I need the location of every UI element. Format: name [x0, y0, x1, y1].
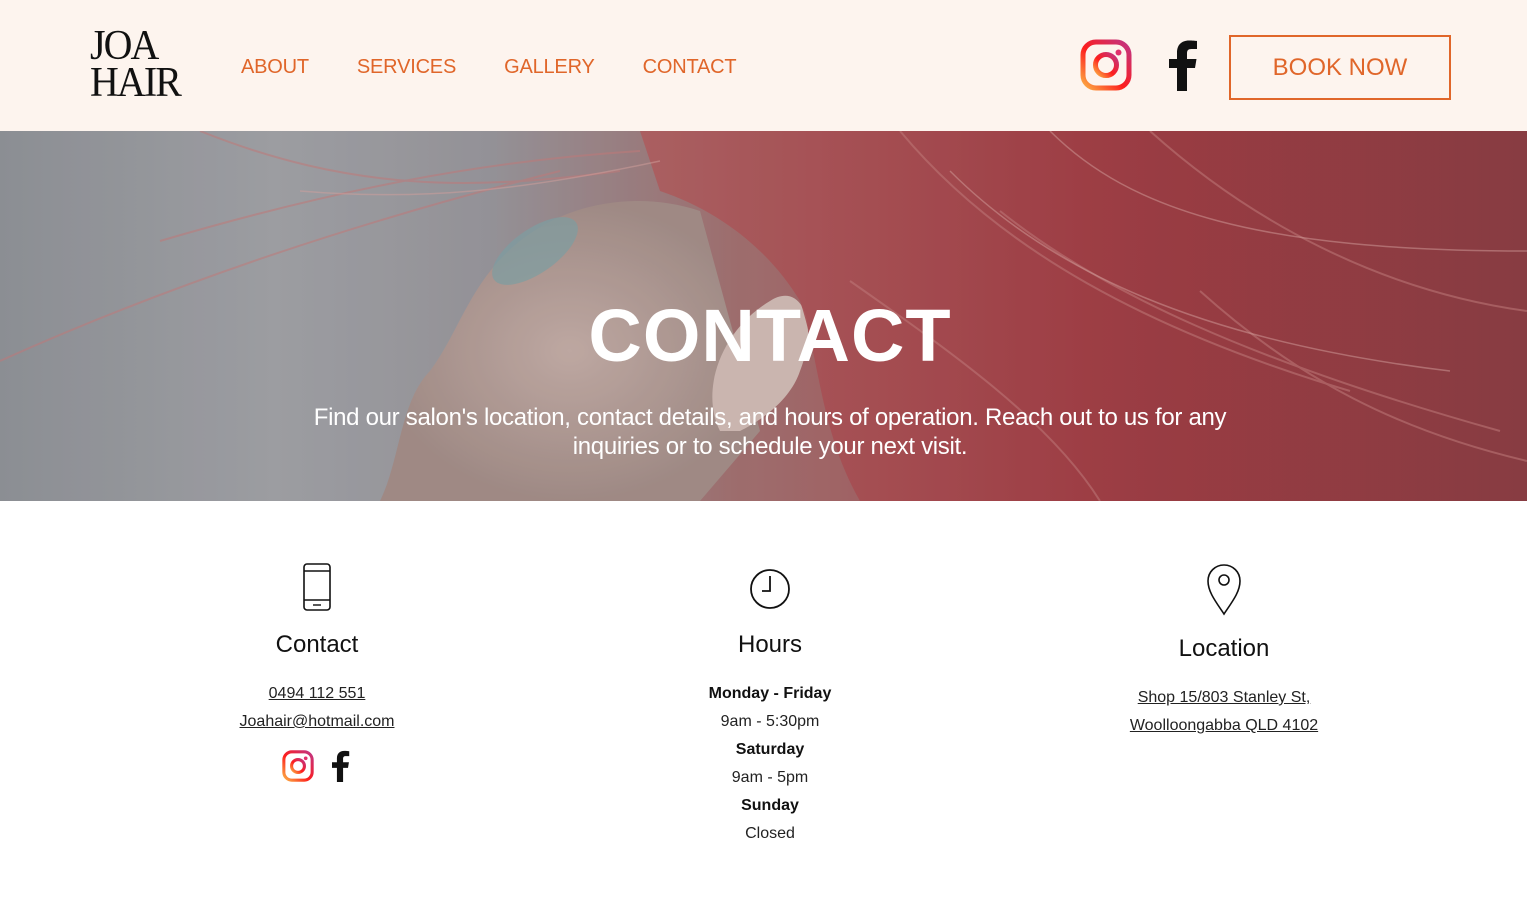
hours-day-label: Monday - Friday	[708, 685, 832, 702]
contact-section: Contact 0494 112 551 Joahair@hotmail.com	[137, 562, 497, 782]
nav-item-about[interactable]: ABOUT	[241, 55, 309, 79]
location-heading: Location	[1178, 635, 1270, 662]
hours-heading: Hours	[737, 631, 803, 658]
nav-item-contact[interactable]: CONTACT	[643, 55, 737, 79]
facebook-icon[interactable]	[328, 750, 352, 782]
header-social-links	[1080, 39, 1200, 91]
address-line2[interactable]: Woolloongabba QLD 4102	[1130, 717, 1318, 734]
address-line1[interactable]: Shop 15/803 Stanley St,	[1138, 689, 1311, 706]
nav-item-services[interactable]: SERVICES	[357, 55, 456, 79]
phone-link[interactable]: 0494 112 551	[269, 685, 366, 702]
main-nav: ABOUT SERVICES GALLERY CONTACT	[241, 55, 784, 79]
book-now-button[interactable]: BOOK NOW	[1229, 35, 1451, 100]
site-header: JOA HAIR ABOUT SERVICES GALLERY CONTACT …	[0, 0, 1527, 131]
hours-day-label: Sunday	[741, 797, 799, 814]
logo-line2: HAIR	[90, 60, 182, 106]
phone-icon	[303, 563, 331, 611]
logo[interactable]: JOA HAIR	[90, 25, 185, 106]
instagram-icon[interactable]	[1080, 39, 1132, 91]
facebook-icon[interactable]	[1164, 39, 1200, 91]
contact-social-links	[137, 750, 497, 782]
clock-icon	[750, 569, 790, 609]
page-title: CONTACT	[588, 294, 952, 377]
nav-item-gallery[interactable]: GALLERY	[504, 55, 595, 79]
hours-time: Closed	[745, 825, 795, 842]
email-link[interactable]: Joahair@hotmail.com	[240, 713, 395, 730]
page-subtitle: Find our salon's location, contact detai…	[313, 404, 1227, 460]
hours-section: Hours Monday - Friday 9am - 5:30pm Satur…	[590, 562, 950, 848]
contact-heading: Contact	[275, 631, 359, 658]
hours-time: 9am - 5pm	[731, 769, 809, 786]
hero-banner: CONTACT Find our salon's location, conta…	[0, 131, 1527, 501]
hours-time: 9am - 5:30pm	[720, 713, 820, 730]
map-pin-icon	[1207, 564, 1241, 616]
location-section: Location Shop 15/803 Stanley St, Woolloo…	[1044, 562, 1404, 740]
hours-day-label: Saturday	[735, 741, 805, 758]
instagram-icon[interactable]	[282, 750, 314, 782]
